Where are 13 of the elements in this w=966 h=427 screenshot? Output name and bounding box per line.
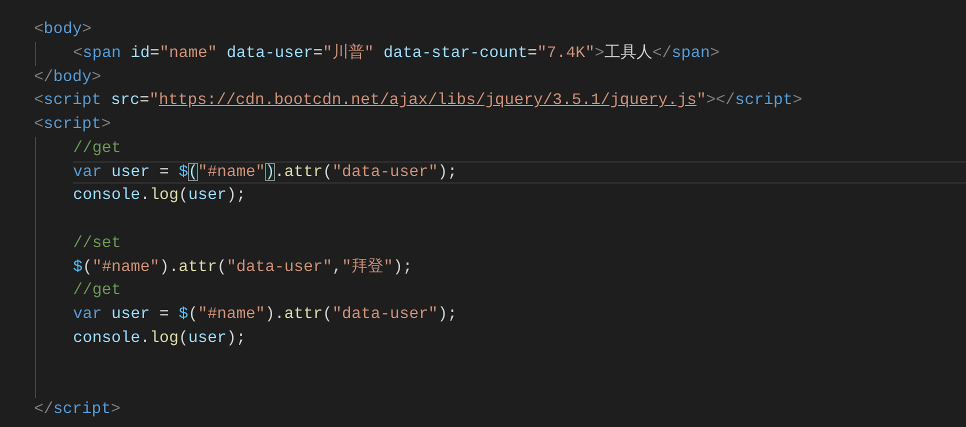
code-line: <script src="https://cdn.bootcdn.net/ajax/libs/jquery/3.5.1/jquery.js"></script> (34, 90, 804, 112)
code-line: console.log(user); (73, 185, 247, 206)
code-line: </script> (34, 399, 122, 420)
code-line: <span id="name" data-user="川普" data-star-count="7.4K">工具人</span> (73, 42, 721, 64)
code-line: //set (73, 232, 122, 254)
code-line: <script> (34, 114, 112, 135)
code-line: var user = $("#name").attr("data-user"); (73, 304, 458, 325)
code-line: //get (73, 138, 122, 159)
code-line: </body> (34, 66, 102, 88)
code-line: <body> (34, 19, 93, 40)
code-line: //get (73, 280, 122, 302)
code-line: console.log(user); (73, 328, 247, 349)
code-line: $("#name").attr("data-user","拜登"); (73, 256, 414, 278)
